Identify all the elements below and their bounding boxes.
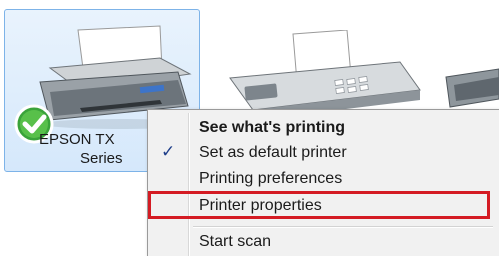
device-label-line1: EPSON TX [39, 131, 115, 148]
context-menu: See what's printing ✓ Set as default pri… [147, 109, 499, 256]
device-label-line2: Series [80, 150, 123, 167]
menu-item-label: Printing preferences [199, 170, 343, 187]
menu-item-label: Set as default printer [199, 144, 347, 161]
menu-item-set-default-printer[interactable]: ✓ Set as default printer [150, 141, 499, 166]
menu-item-start-scan[interactable]: Start scan [150, 230, 499, 255]
checkmark-icon: ✓ [161, 142, 176, 161]
printer-icon [445, 68, 499, 108]
menu-separator [193, 226, 493, 228]
menu-item-printing-preferences[interactable]: Printing preferences [150, 167, 499, 192]
fax-icon [229, 29, 421, 120]
menu-item-see-whats-printing[interactable]: See what's printing [150, 116, 499, 141]
menu-item-label: See what's printing [199, 119, 346, 136]
printer-device-partial[interactable] [440, 55, 499, 115]
annotation-highlight-box [148, 191, 490, 219]
fax-device[interactable] [225, 29, 425, 120]
menu-item-label: Start scan [199, 233, 272, 250]
